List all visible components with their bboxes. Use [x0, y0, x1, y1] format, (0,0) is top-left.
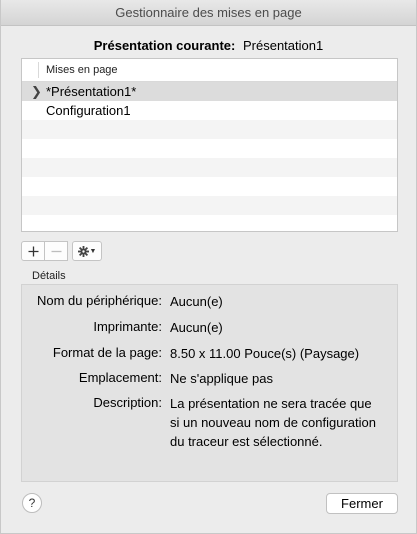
empty-row [22, 177, 397, 196]
window-title: Gestionnaire des mises en page [1, 0, 416, 26]
details-section-label: Détails [32, 270, 66, 282]
details-panel: Nom du périphérique: Aucun(e) Imprimante… [21, 284, 398, 482]
table-header: Mises en page [22, 59, 397, 82]
detail-key-printer: Imprimante: [93, 319, 162, 334]
remove-button[interactable] [44, 241, 68, 261]
empty-row [22, 196, 397, 215]
detail-key-location: Emplacement: [78, 370, 162, 385]
detail-key-device: Nom du périphérique: [36, 293, 162, 308]
chevron-right-icon: ❯ [31, 84, 42, 99]
empty-row [22, 158, 397, 177]
gear-icon [77, 245, 89, 257]
current-layout-label: Présentation courante: [93, 38, 236, 53]
detail-value-page-size: 8.50 x 11.00 Pouce(s) (Paysage) [170, 346, 360, 361]
table-row[interactable]: Configuration1 [22, 101, 397, 120]
current-layout-row: Présentation courante: Présentation1 [1, 38, 416, 53]
minus-icon [51, 250, 61, 252]
help-button[interactable]: ? [22, 493, 42, 513]
page-setup-manager-window: Gestionnaire des mises en page Présentat… [0, 0, 417, 534]
detail-value-location: Ne s'applique pas [170, 371, 273, 386]
empty-row [22, 120, 397, 139]
empty-row [22, 139, 397, 158]
page-setups-table[interactable]: Mises en page ❯ *Présentation1* Configur… [21, 58, 398, 232]
row-label: Configuration1 [46, 103, 131, 118]
column-header-page-setups[interactable]: Mises en page [46, 59, 118, 81]
table-row[interactable]: ❯ *Présentation1* [22, 82, 397, 101]
detail-value-device: Aucun(e) [170, 294, 223, 309]
chevron-down-icon: ▼ [89, 247, 97, 255]
table-toolbar: ▼ [21, 241, 102, 261]
current-layout-value: Présentation1 [242, 38, 324, 53]
detail-value-description: La présentation ne sera tracée que si un… [170, 396, 376, 449]
plus-icon [28, 246, 38, 256]
add-button[interactable] [21, 241, 45, 261]
close-button[interactable]: Fermer [326, 493, 398, 514]
detail-value-printer: Aucun(e) [170, 320, 223, 335]
detail-key-description: Description: [93, 395, 162, 410]
row-label: *Présentation1* [46, 84, 137, 99]
column-separator [38, 62, 39, 78]
detail-key-page-size: Format de la page: [52, 345, 162, 360]
empty-row [22, 215, 397, 231]
actions-menu-button[interactable]: ▼ [72, 241, 102, 261]
